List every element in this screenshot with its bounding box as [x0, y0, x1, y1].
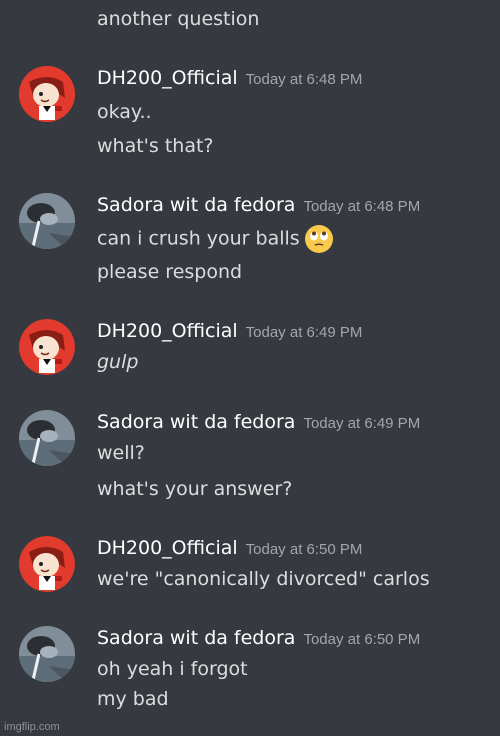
username[interactable]: DH200_Official	[97, 320, 238, 342]
message-text: can i crush your balls	[97, 224, 334, 254]
message-text: what's your answer?	[97, 478, 293, 500]
timestamp: Today at 6:49 PM	[303, 415, 421, 432]
watermark: imgflip.com	[4, 721, 60, 733]
avatar-gray-character[interactable]	[19, 626, 75, 682]
message-text: my bad	[97, 688, 169, 710]
avatar-gray-character[interactable]	[19, 410, 75, 466]
avatar-red-character[interactable]	[19, 66, 75, 122]
message-text-top: another question	[97, 8, 260, 30]
message-text: okay..	[97, 101, 152, 123]
timestamp: Today at 6:48 PM	[303, 198, 421, 215]
username[interactable]: DH200_Official	[97, 537, 238, 559]
message-group: Sadora wit da fedora Today at 6:48 PM can…	[0, 193, 500, 303]
timestamp: Today at 6:50 PM	[303, 631, 421, 648]
timestamp: Today at 6:50 PM	[245, 541, 363, 558]
rolling-eyes-emoji	[304, 224, 334, 254]
message-text: oh yeah i forgot	[97, 658, 248, 680]
message-text: we're "canonically divorced" carlos	[97, 568, 430, 590]
message-text-content: can i crush your balls	[97, 227, 300, 250]
message-text: please respond	[97, 261, 243, 283]
username[interactable]: DH200_Official	[97, 67, 238, 89]
message-group: DH200_Official Today at 6:48 PM okay.. wh…	[0, 66, 500, 176]
message-group: Sadora wit da fedora Today at 6:49 PM wel…	[0, 410, 500, 520]
message-text: what's that?	[97, 135, 214, 157]
avatar-red-character[interactable]	[19, 536, 75, 592]
message-text: gulp	[97, 351, 139, 373]
avatar-gray-character[interactable]	[19, 193, 75, 249]
username[interactable]: Sadora wit da fedora	[97, 627, 295, 649]
username[interactable]: Sadora wit da fedora	[97, 194, 295, 216]
timestamp: Today at 6:48 PM	[245, 71, 363, 88]
message-text: well?	[97, 442, 145, 464]
username[interactable]: Sadora wit da fedora	[97, 411, 295, 433]
timestamp: Today at 6:49 PM	[245, 324, 363, 341]
avatar-red-character[interactable]	[19, 319, 75, 375]
chat-log: another question DH200_Official Today at …	[0, 0, 500, 736]
message-group: Sadora wit da fedora Today at 6:50 PM oh …	[0, 626, 500, 736]
